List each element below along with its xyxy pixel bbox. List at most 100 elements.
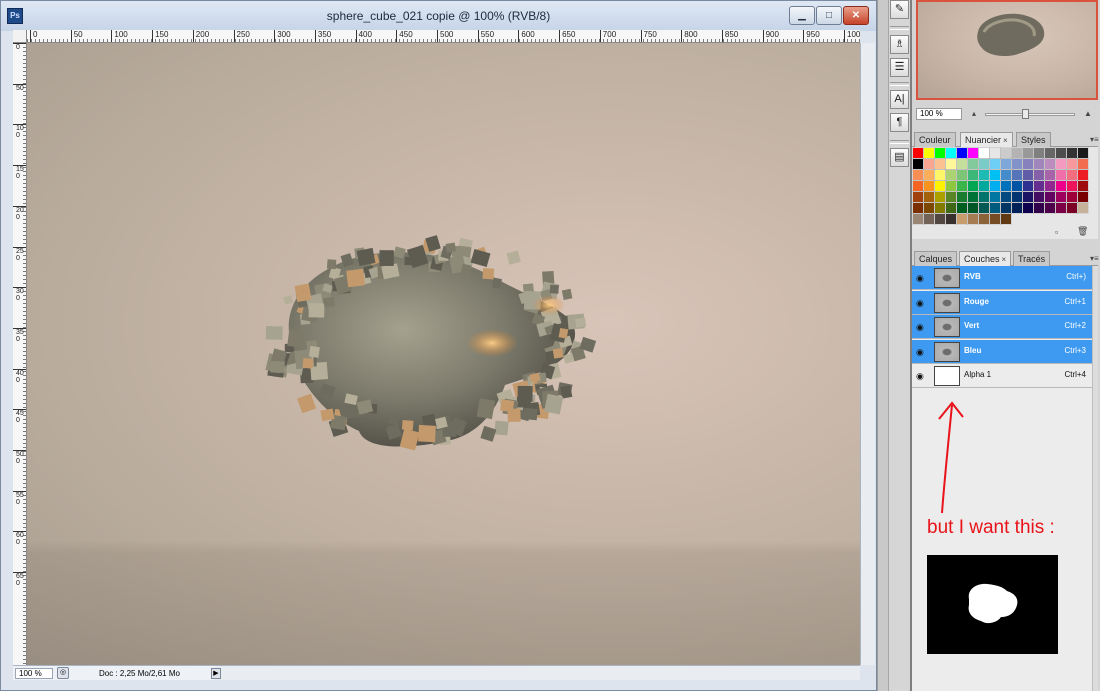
- swatch[interactable]: [989, 180, 1001, 192]
- visibility-eye-icon[interactable]: ◉: [916, 322, 929, 332]
- swatch[interactable]: [978, 191, 990, 203]
- channel-row[interactable]: ◉ RVB Ctrl+): [912, 266, 1092, 290]
- swatch[interactable]: [1055, 169, 1067, 181]
- swatch[interactable]: [978, 158, 990, 170]
- swatch[interactable]: [989, 158, 1001, 170]
- swatch[interactable]: [1077, 202, 1089, 214]
- swatch[interactable]: [1077, 158, 1089, 170]
- swatch[interactable]: [923, 191, 935, 203]
- swatch[interactable]: [934, 191, 946, 203]
- tab-tracs[interactable]: Tracés: [1013, 251, 1051, 266]
- channels-menu-icon[interactable]: ▾≡: [1090, 254, 1099, 263]
- close-button[interactable]: ✕: [843, 6, 869, 25]
- swatch[interactable]: [945, 191, 957, 203]
- swatch[interactable]: [1000, 202, 1012, 214]
- new-swatch-icon[interactable]: ▫: [1055, 227, 1058, 237]
- visibility-eye-icon[interactable]: ◉: [916, 273, 929, 283]
- swatch[interactable]: [912, 147, 924, 159]
- swatch[interactable]: [923, 169, 935, 181]
- swatch[interactable]: [1066, 169, 1078, 181]
- swatch[interactable]: [1055, 158, 1067, 170]
- zoom-field[interactable]: 100 %: [15, 668, 53, 679]
- tool-clone-icon[interactable]: ♗: [890, 35, 909, 54]
- swatch[interactable]: [967, 191, 979, 203]
- swatch[interactable]: [1033, 158, 1045, 170]
- swatch[interactable]: [1066, 147, 1078, 159]
- swatch[interactable]: [912, 180, 924, 192]
- status-arrow-button[interactable]: ▶: [211, 668, 221, 679]
- navigator-zoom-field[interactable]: 100 %: [916, 108, 962, 120]
- swatch[interactable]: [989, 147, 1001, 159]
- swatch[interactable]: [912, 169, 924, 181]
- swatch[interactable]: [1066, 180, 1078, 192]
- tab-couches[interactable]: Couches ×: [959, 251, 1012, 267]
- swatch[interactable]: [956, 202, 968, 214]
- swatch[interactable]: [1022, 202, 1034, 214]
- channel-row[interactable]: ◉ Bleu Ctrl+3: [912, 339, 1092, 364]
- swatch[interactable]: [1000, 180, 1012, 192]
- channel-row[interactable]: ◉ Alpha 1 Ctrl+4: [912, 364, 1092, 388]
- ruler-origin[interactable]: [13, 30, 27, 43]
- title-bar[interactable]: Ps sphere_cube_021 copie @ 100% (RVB/8) …: [1, 1, 876, 31]
- swatch[interactable]: [1011, 191, 1023, 203]
- visibility-eye-icon[interactable]: ◉: [916, 347, 929, 357]
- visibility-eye-icon[interactable]: ◉: [916, 371, 929, 381]
- swatch[interactable]: [1033, 169, 1045, 181]
- swatch[interactable]: [934, 158, 946, 170]
- swatch[interactable]: [1044, 147, 1056, 159]
- swatch[interactable]: [1011, 180, 1023, 192]
- swatch[interactable]: [1011, 158, 1023, 170]
- swatch[interactable]: [945, 147, 957, 159]
- swatch[interactable]: [1077, 169, 1089, 181]
- swatch[interactable]: [967, 147, 979, 159]
- swatch[interactable]: [1077, 180, 1089, 192]
- swatch[interactable]: [1022, 158, 1034, 170]
- swatch[interactable]: [1011, 169, 1023, 181]
- swatch[interactable]: [1011, 202, 1023, 214]
- status-menu-icon[interactable]: ◎: [57, 667, 69, 679]
- swatch[interactable]: [1044, 180, 1056, 192]
- swatch[interactable]: [934, 202, 946, 214]
- swatch[interactable]: [956, 158, 968, 170]
- navigator-thumbnail[interactable]: [916, 0, 1098, 100]
- swatch[interactable]: [945, 169, 957, 181]
- swatch[interactable]: [956, 213, 968, 225]
- swatch[interactable]: [1000, 147, 1012, 159]
- swatch[interactable]: [978, 213, 990, 225]
- swatch[interactable]: [1044, 202, 1056, 214]
- swatch[interactable]: [956, 191, 968, 203]
- tool-brush-icon[interactable]: ✎: [890, 0, 909, 19]
- swatch[interactable]: [934, 180, 946, 192]
- navigator-slider-thumb[interactable]: [1022, 109, 1029, 119]
- swatch[interactable]: [1055, 191, 1067, 203]
- swatch[interactable]: [1033, 180, 1045, 192]
- swatch[interactable]: [967, 158, 979, 170]
- swatch[interactable]: [1000, 158, 1012, 170]
- swatch[interactable]: [912, 202, 924, 214]
- horizontal-ruler[interactable]: 0 50 100 150 200 250 300 350 400 450 500 550 600 650 7…: [27, 30, 860, 43]
- swatch[interactable]: [1044, 158, 1056, 170]
- close-tab-icon[interactable]: ×: [1002, 255, 1007, 264]
- swatch[interactable]: [1011, 147, 1023, 159]
- tool-paragraph-icon[interactable]: ¶: [890, 113, 909, 132]
- swatch[interactable]: [1033, 191, 1045, 203]
- swatch[interactable]: [989, 191, 1001, 203]
- image-canvas[interactable]: [27, 43, 860, 665]
- swatch[interactable]: [978, 202, 990, 214]
- swatch[interactable]: [945, 180, 957, 192]
- swatch[interactable]: [912, 158, 924, 170]
- swatch[interactable]: [1022, 147, 1034, 159]
- swatch[interactable]: [934, 213, 946, 225]
- horizontal-scrollbar[interactable]: [215, 665, 860, 680]
- swatch[interactable]: [978, 147, 990, 159]
- swatch[interactable]: [989, 213, 1001, 225]
- swatch[interactable]: [1066, 202, 1078, 214]
- swatch[interactable]: [945, 202, 957, 214]
- tab-calques[interactable]: Calques: [914, 251, 958, 266]
- tab-couleur[interactable]: Couleur: [914, 132, 956, 147]
- swatch[interactable]: [923, 202, 935, 214]
- delete-swatch-icon[interactable]: 🗑: [1077, 226, 1088, 237]
- swatch[interactable]: [1044, 191, 1056, 203]
- swatch[interactable]: [1022, 180, 1034, 192]
- swatch[interactable]: [923, 213, 935, 225]
